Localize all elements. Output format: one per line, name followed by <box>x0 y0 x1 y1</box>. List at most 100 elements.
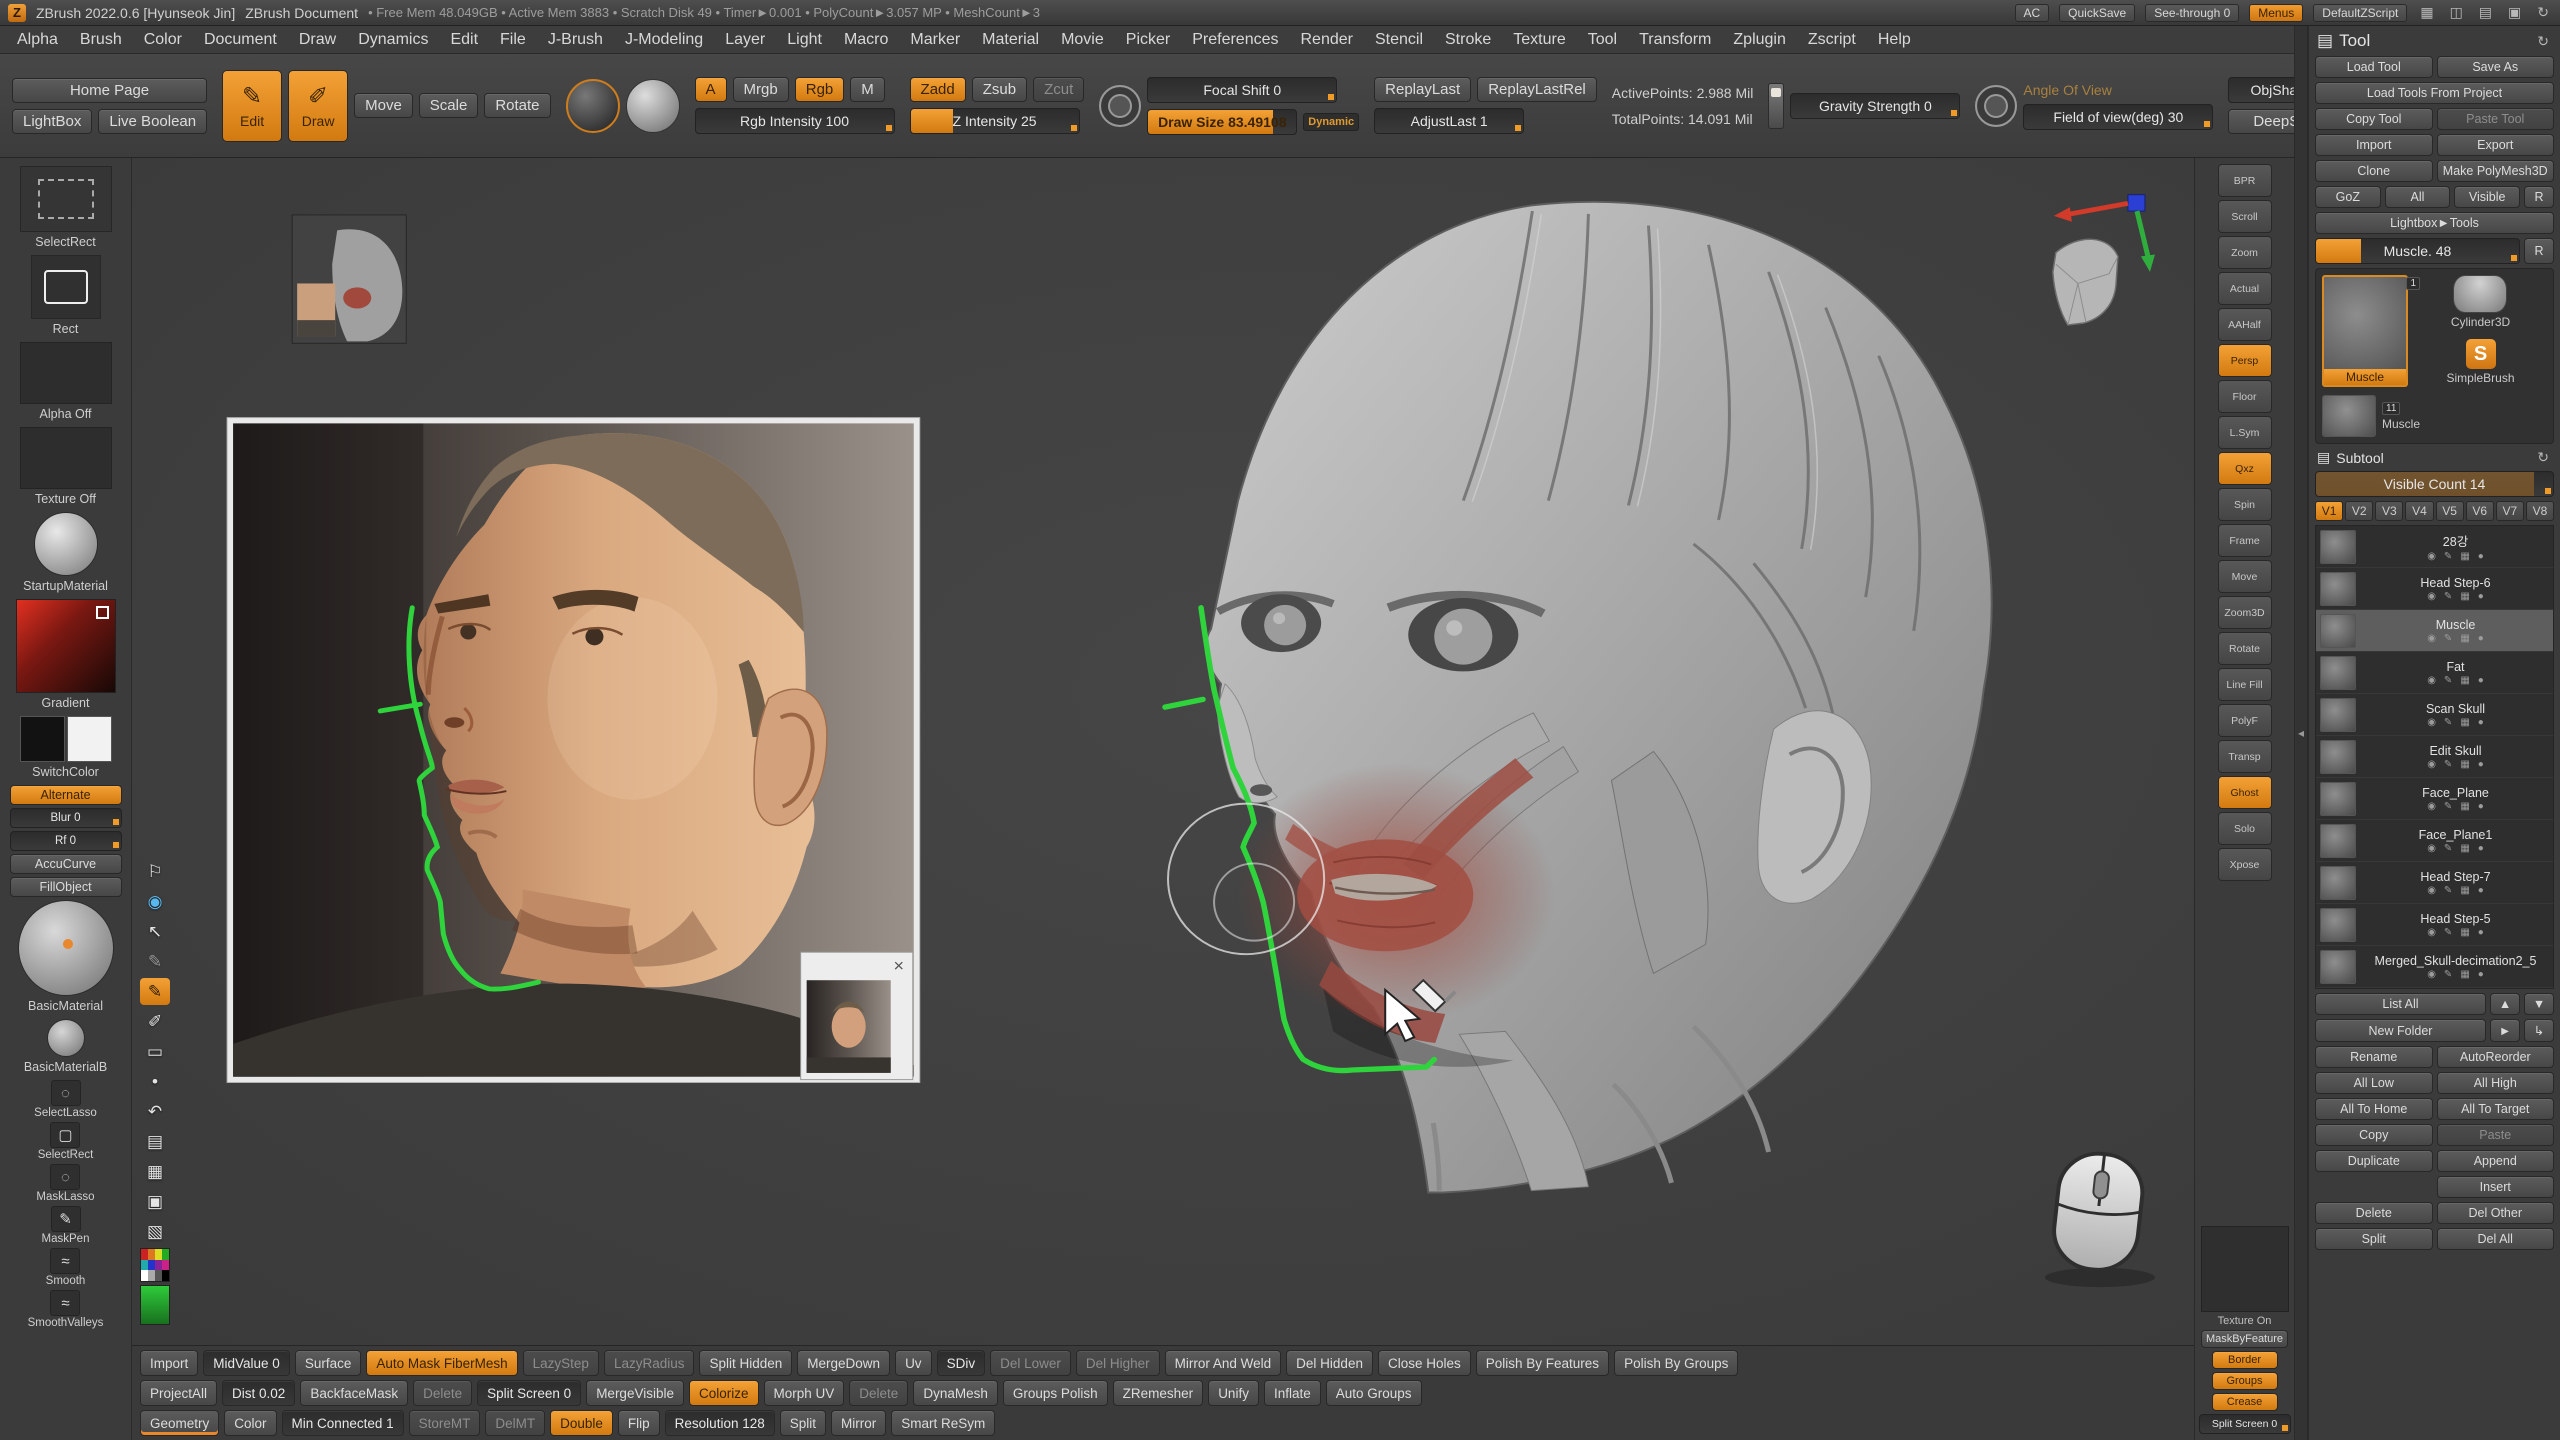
see-through-slider[interactable]: See-through 0 <box>2145 4 2239 22</box>
subtool-tab[interactable]: V7 <box>2496 501 2524 521</box>
bottom-button[interactable]: MidValue 0 <box>203 1350 290 1376</box>
visible-count-slider[interactable]: Visible Count 14 <box>2315 471 2554 497</box>
reload-icon[interactable]: ↻ <box>2534 4 2552 21</box>
right-shelf-button[interactable]: Frame <box>2218 524 2272 557</box>
menu-item[interactable]: Document <box>193 29 288 51</box>
obj-shadow-slider[interactable]: ObjShadow 0.3 <box>2228 77 2294 103</box>
export-button[interactable]: Export <box>2437 134 2555 156</box>
right-shelf-button[interactable]: BPR <box>2218 164 2272 197</box>
tool-item-muscle[interactable]: 11 Muscle <box>2322 395 2547 437</box>
home-page-button[interactable]: Home Page <box>12 78 207 103</box>
zadd-button[interactable]: Zadd <box>910 77 966 102</box>
del-all-button[interactable]: Del All <box>2437 1228 2555 1250</box>
subtool-eye-icon[interactable]: ◉ <box>2427 843 2436 854</box>
bottom-button[interactable]: SDiv <box>937 1350 986 1376</box>
Fat[interactable]: Fat ◉ ✎ ▦ ● <box>2316 652 2553 694</box>
goz-r-button[interactable]: R <box>2524 186 2554 208</box>
subtool-material-icon[interactable]: ● <box>2478 885 2484 896</box>
subtool-up-button[interactable]: ▲ <box>2490 993 2520 1015</box>
delete-subtool-button[interactable]: Delete <box>2315 1202 2433 1224</box>
bottom-button[interactable]: LazyRadius <box>604 1350 695 1376</box>
menu-item[interactable]: Preferences <box>1181 29 1289 51</box>
subtool-paint-icon[interactable]: ✎ <box>2444 885 2452 896</box>
zsub-button[interactable]: Zsub <box>972 77 1027 102</box>
subtool-tab[interactable]: V2 <box>2345 501 2373 521</box>
secondary-color-swatch[interactable] <box>67 716 112 762</box>
menu-item[interactable]: Dynamics <box>347 29 439 51</box>
basic-material-b-thumbnail[interactable] <box>47 1019 85 1057</box>
ac-button[interactable]: AC <box>2015 4 2050 22</box>
brush-item[interactable]: ✎ MaskPen <box>42 1206 90 1245</box>
alternate-button[interactable]: Alternate <box>10 785 122 805</box>
append-button[interactable]: Append <box>2437 1150 2555 1172</box>
select-rect-thumbnail[interactable] <box>20 166 112 232</box>
bottom-button[interactable]: Morph UV <box>764 1380 845 1406</box>
tool-item-simplebrush[interactable]: S SimpleBrush <box>2446 339 2514 385</box>
menu-item[interactable]: Render <box>1289 29 1363 51</box>
basic-material-thumbnail[interactable] <box>18 900 114 996</box>
menu-item[interactable]: Brush <box>69 29 133 51</box>
z-intensity-slider[interactable]: Z Intensity 25 <box>910 108 1080 134</box>
menu-item[interactable]: Alpha <box>6 29 69 51</box>
subtool-tab[interactable]: V4 <box>2405 501 2433 521</box>
Head Step-7[interactable]: Head Step-7 ◉ ✎ ▦ ● <box>2316 862 2553 904</box>
subtool-paint-icon[interactable]: ✎ <box>2444 927 2452 938</box>
right-shelf-button[interactable]: Line Fill <box>2218 668 2272 701</box>
all-to-target-button[interactable]: All To Target <box>2437 1098 2555 1120</box>
bottom-button[interactable]: Polish By Groups <box>1614 1350 1738 1376</box>
menu-item[interactable]: Transform <box>1628 29 1722 51</box>
right-shelf-button[interactable]: Actual <box>2218 272 2272 305</box>
m-button[interactable]: M <box>850 77 885 102</box>
goz-all-button[interactable]: All <box>2385 186 2451 208</box>
menu-item[interactable]: J-Modeling <box>614 29 714 51</box>
pin-icon[interactable]: ⚐ <box>140 858 170 885</box>
Head Step-5[interactable]: Head Step-5 ◉ ✎ ▦ ● <box>2316 904 2553 946</box>
bottom-button[interactable]: Geometry <box>140 1410 219 1436</box>
blur-slider[interactable]: Blur 0 <box>10 808 122 828</box>
monitor-icon[interactable]: ▣ <box>2505 4 2524 21</box>
subtool-tab[interactable]: V5 <box>2436 501 2464 521</box>
Muscle[interactable]: Muscle ◉ ✎ ▦ ● <box>2316 610 2553 652</box>
right-shelf-button[interactable]: L.Sym <box>2218 416 2272 449</box>
import-button[interactable]: Import <box>2315 134 2433 156</box>
subtool-eye-icon[interactable]: ◉ <box>2427 759 2436 770</box>
subtool-tab[interactable]: V1 <box>2315 501 2343 521</box>
bottom-button[interactable]: Polish By Features <box>1476 1350 1609 1376</box>
field-of-view-slider[interactable]: Field of view(deg) 30 <box>2023 104 2213 130</box>
deep-shadow-button[interactable]: DeepShadow <box>2228 109 2294 134</box>
bottom-button[interactable]: Unify <box>1208 1380 1259 1406</box>
Merged_Skull-decimation2_5[interactable]: Merged_Skull-decimation2_5 ◉ ✎ ▦ ● <box>2316 946 2553 988</box>
bottom-button[interactable]: Min Connected 1 <box>282 1410 404 1436</box>
subtool-uv-icon[interactable]: ▦ <box>2460 759 2469 770</box>
rename-button[interactable]: Rename <box>2315 1046 2433 1068</box>
subtool-paint-icon[interactable]: ✎ <box>2444 551 2452 562</box>
ruler-icon[interactable]: ▭ <box>140 1038 170 1065</box>
menu-item[interactable]: Texture <box>1502 29 1576 51</box>
menu-item[interactable]: Stroke <box>1434 29 1502 51</box>
auto-reorder-button[interactable]: AutoReorder <box>2437 1046 2555 1068</box>
subtool-eye-icon[interactable]: ◉ <box>2427 591 2436 602</box>
palette-swatch[interactable] <box>162 1270 169 1281</box>
tool-reload-icon[interactable]: ↻ <box>2534 33 2552 50</box>
bottom-button[interactable]: Smart ReSym <box>891 1410 995 1436</box>
right-shelf-button[interactable]: Qxz <box>2218 452 2272 485</box>
rotate-button[interactable]: Rotate <box>484 93 550 118</box>
bottom-button[interactable]: DynaMesh <box>913 1380 998 1406</box>
right-shelf-button[interactable]: Floor <box>2218 380 2272 413</box>
bottom-button[interactable]: Split Screen 0 <box>477 1380 581 1406</box>
copy-tool-button[interactable]: Copy Tool <box>2315 108 2433 130</box>
save-as-button[interactable]: Save As <box>2437 56 2555 78</box>
del-other-button[interactable]: Del Other <box>2437 1202 2555 1224</box>
tool-slider[interactable]: Muscle. 48 <box>2315 238 2520 264</box>
bottom-button[interactable]: MergeDown <box>797 1350 890 1376</box>
bottom-button[interactable]: Auto Groups <box>1326 1380 1422 1406</box>
subtool-eye-icon[interactable]: ◉ <box>2427 927 2436 938</box>
Face_Plane1[interactable]: Face_Plane1 ◉ ✎ ▦ ● <box>2316 820 2553 862</box>
gravity-strength-slider[interactable]: Gravity Strength 0 <box>1790 93 1960 119</box>
menus-toggle-button[interactable]: Menus <box>2249 4 2303 22</box>
right-shelf-button[interactable]: PolyF <box>2218 704 2272 737</box>
border-button[interactable]: Border <box>2212 1351 2278 1369</box>
subtool-material-icon[interactable]: ● <box>2478 717 2484 728</box>
bottom-button[interactable]: Mirror And Weld <box>1165 1350 1282 1376</box>
scale-button[interactable]: Scale <box>419 93 479 118</box>
